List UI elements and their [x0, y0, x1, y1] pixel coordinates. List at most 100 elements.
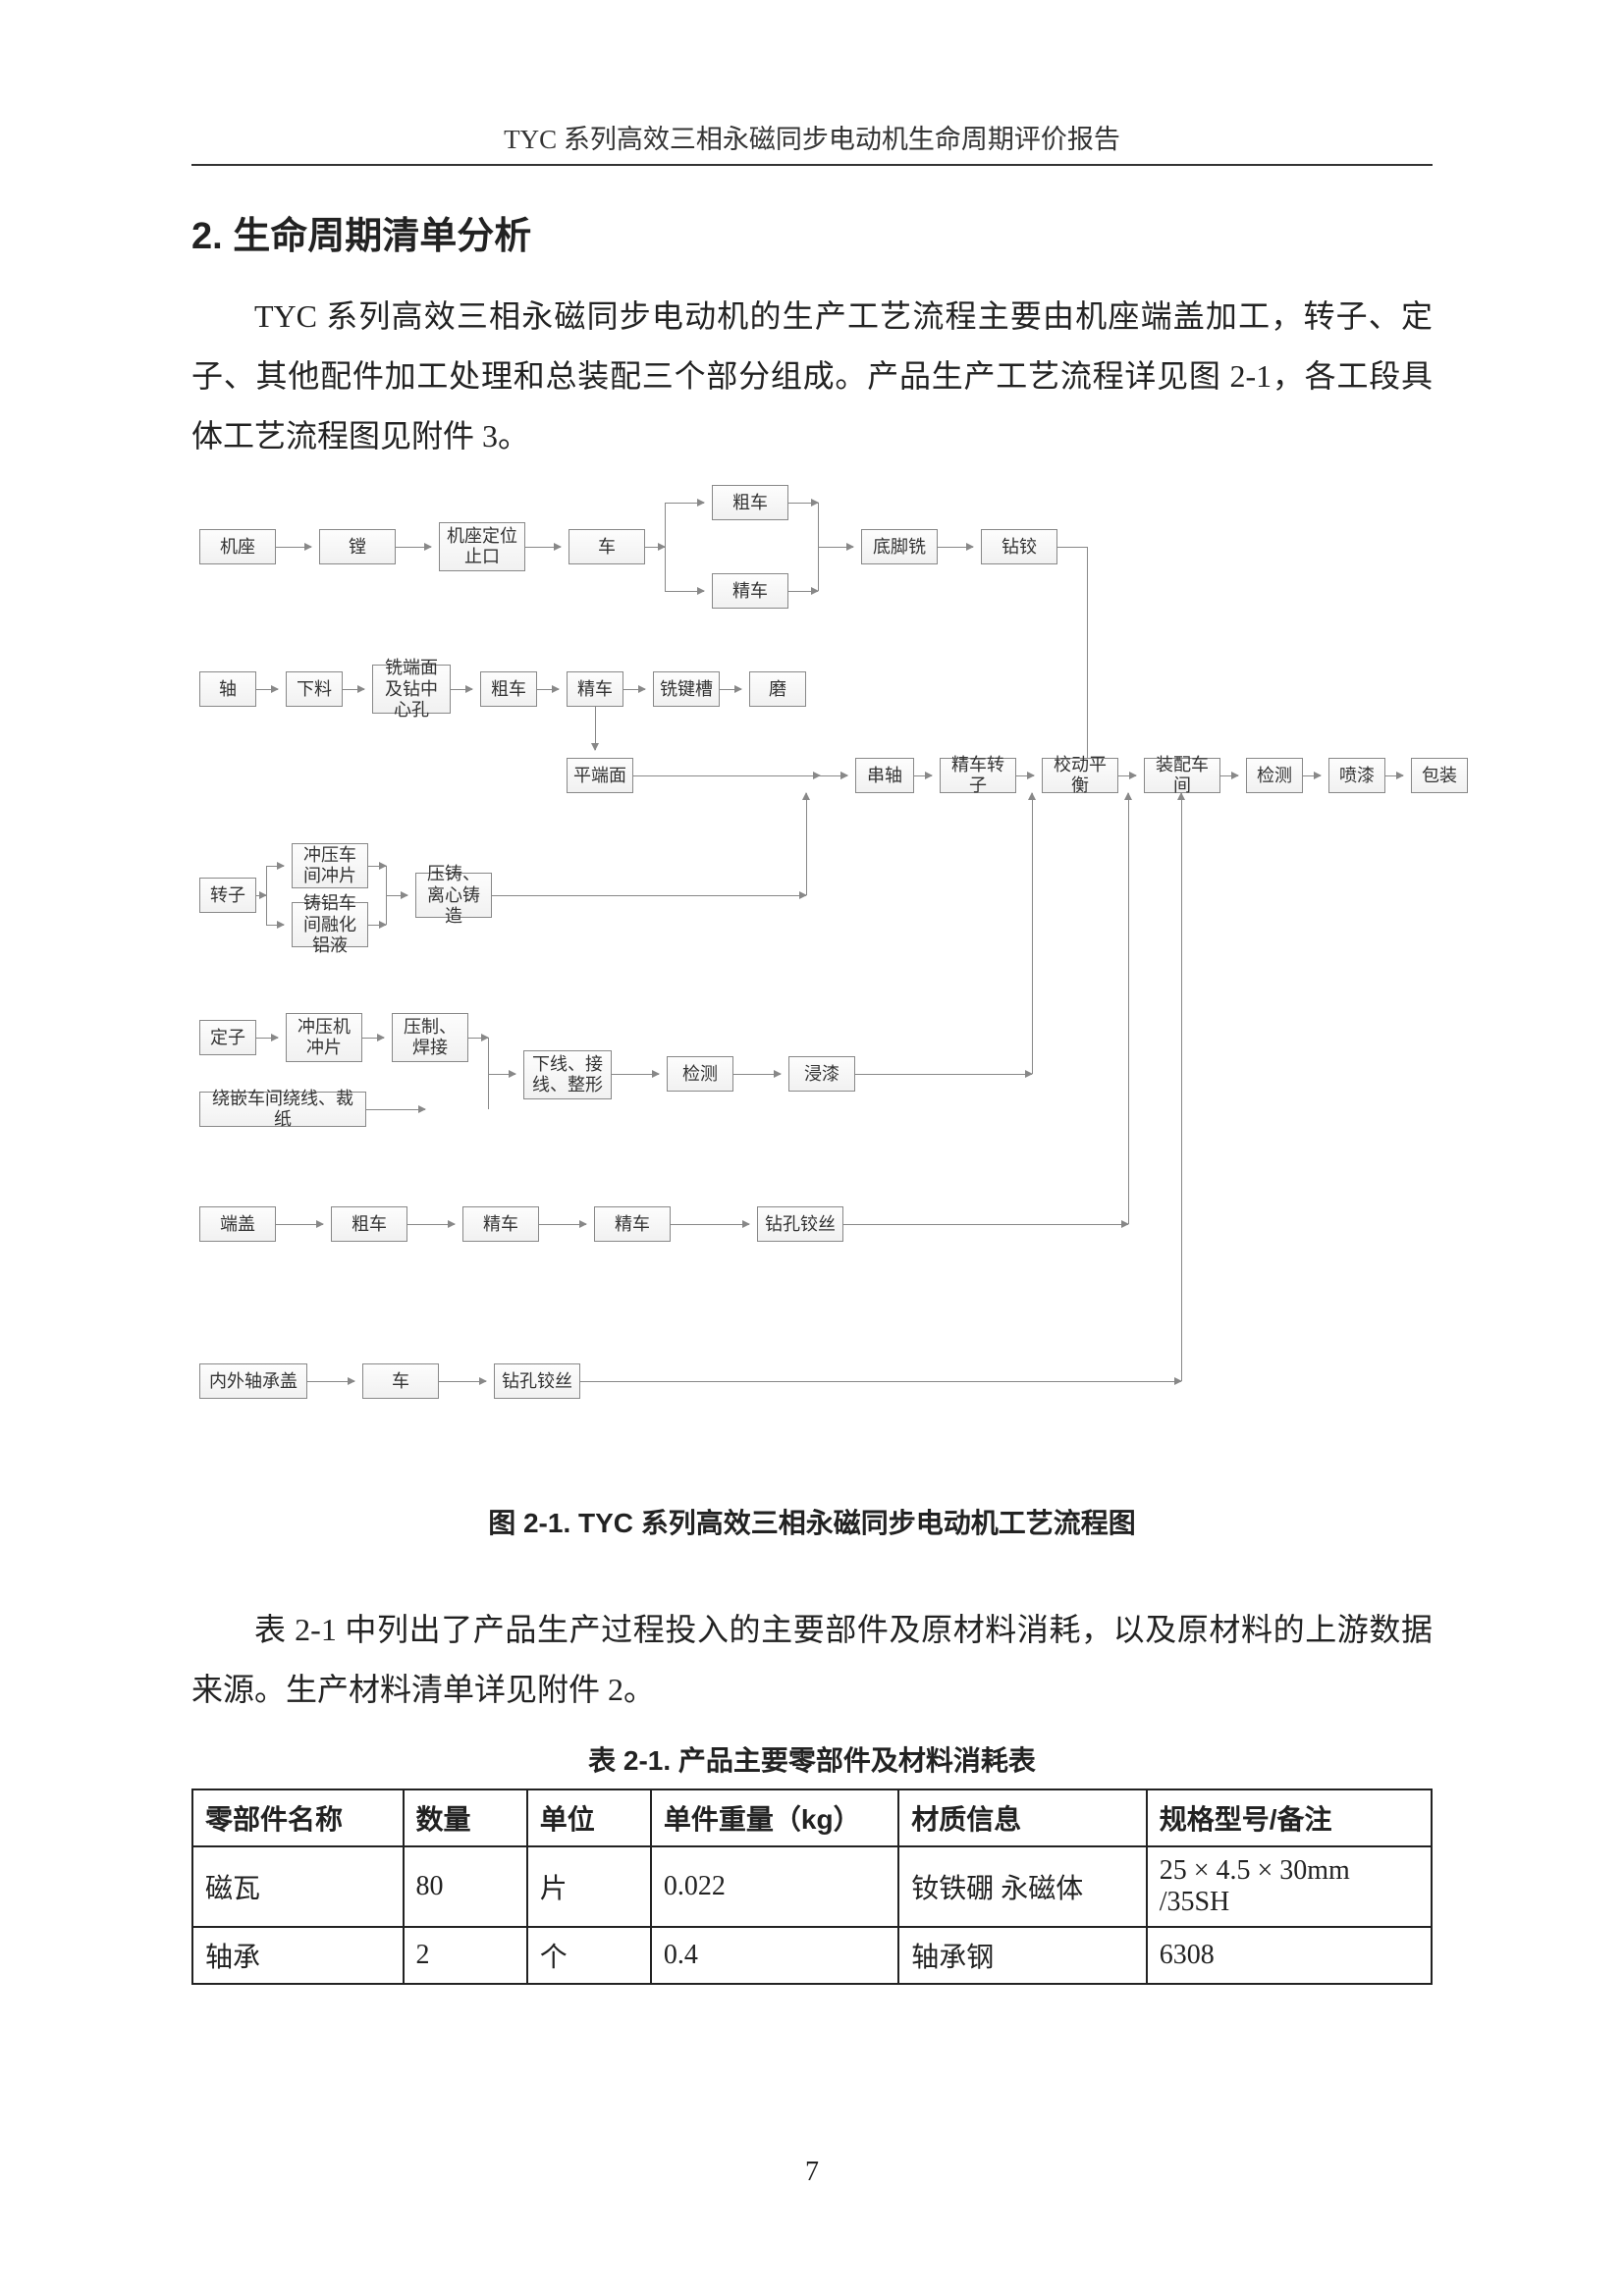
arrow [1303, 775, 1321, 776]
node-zuankongjiaosi: 钻孔铰丝 [757, 1206, 843, 1242]
paragraph-2: 表 2-1 中列出了产品生产过程投入的主要部件及原材料消耗，以及原材料的上游数据… [191, 1600, 1433, 1720]
arrow [539, 1224, 586, 1225]
cell: 磁瓦 [192, 1846, 404, 1927]
materials-table: 零部件名称 数量 单位 单件重量（kg） 材质信息 规格型号/备注 磁瓦 80 … [191, 1789, 1433, 1985]
arrow-split [645, 547, 665, 548]
arrow [525, 547, 561, 548]
node-xiduanmian: 铣端面及钻中心孔 [372, 665, 451, 714]
node-tang: 镗 [319, 529, 396, 564]
arrow-up [1181, 793, 1182, 1381]
paragraph-1: TYC 系列高效三相永磁同步电动机的生产工艺流程主要由机座端盖加工，转子、定子、… [191, 287, 1433, 465]
arrow [276, 547, 311, 548]
node-chongyajichongpian: 冲压机冲片 [286, 1013, 362, 1062]
line [266, 866, 267, 925]
figure-caption: 图 2-1. TYC 系列高效三相永磁同步电动机工艺流程图 [191, 1502, 1433, 1541]
arrow [256, 1038, 278, 1039]
node-jingche3: 精车 [462, 1206, 539, 1242]
cell: 个 [527, 1927, 651, 1984]
cell: 轴承 [192, 1927, 404, 1984]
arrow [623, 689, 645, 690]
arrow [537, 689, 559, 690]
table-row: 轴承 2 个 0.4 轴承钢 6308 [192, 1927, 1432, 1984]
flowchart-container: 机座 镗 机座定位止口 车 粗车 精车 底脚铣 钻铰 轴 下料 铣端面及钻中心孔… [191, 485, 1429, 1467]
cell: 0.4 [651, 1927, 898, 1984]
arrow [671, 1224, 749, 1225]
line [580, 1381, 1181, 1382]
line [843, 1224, 1128, 1225]
table-header-row: 零部件名称 数量 单位 单件重量（kg） 材质信息 规格型号/备注 [192, 1789, 1432, 1846]
th-spec: 规格型号/备注 [1147, 1789, 1432, 1846]
node-mo: 磨 [749, 671, 806, 707]
node-dingzi: 定子 [199, 1020, 256, 1055]
line [368, 866, 386, 867]
arrow [733, 1074, 781, 1075]
node-xijiancao: 铣键槽 [653, 671, 720, 707]
line [1057, 547, 1087, 548]
node-chongyachongpian: 冲压车间冲片 [292, 843, 368, 888]
arrow [266, 925, 284, 926]
arrow [1220, 775, 1238, 776]
node-jingchezhuanzi: 精车转子 [940, 758, 1016, 793]
cell: 轴承钢 [898, 1927, 1146, 1984]
arrow [276, 1224, 323, 1225]
th-weight: 单件重量（kg） [651, 1789, 898, 1846]
arrow-down [595, 707, 596, 750]
node-duangai: 端盖 [199, 1206, 276, 1242]
line [665, 503, 666, 591]
line [492, 895, 806, 896]
node-jingche2: 精车 [567, 671, 623, 707]
node-xiaxian: 下线、接线、整形 [523, 1050, 612, 1099]
cell: 80 [404, 1846, 527, 1927]
arrow-down [1087, 547, 1088, 770]
cell: 片 [527, 1846, 651, 1927]
line [368, 925, 386, 926]
cell: 钕铁硼 永磁体 [898, 1846, 1146, 1927]
cell: 2 [404, 1927, 527, 1984]
arrow [612, 1074, 659, 1075]
arrow-up [806, 793, 807, 895]
arrow [362, 1038, 384, 1039]
cell: 6308 [1147, 1927, 1432, 1984]
node-zhuanzi: 转子 [199, 878, 256, 913]
table-caption: 表 2-1. 产品主要零部件及材料消耗表 [191, 1739, 1433, 1779]
node-raoqian: 绕嵌车间绕线、裁纸 [199, 1092, 366, 1127]
node-neiwaizhouchenggai: 内外轴承盖 [199, 1363, 307, 1399]
th-qty: 数量 [404, 1789, 527, 1846]
arrow [256, 689, 278, 690]
arrow-up [1128, 793, 1129, 1224]
node-yazhu: 压铸、离心铸造 [415, 873, 492, 918]
node-zhuangpeichejian: 装配车间 [1144, 758, 1220, 793]
th-material: 材质信息 [898, 1789, 1146, 1846]
node-jizuo: 机座 [199, 529, 276, 564]
section-heading: 2. 生命周期清单分析 [191, 205, 1433, 259]
node-penqi: 喷漆 [1328, 758, 1385, 793]
arrow [439, 1381, 486, 1382]
arrow [1385, 775, 1403, 776]
node-cuche2: 粗车 [480, 671, 537, 707]
page-header: TYC 系列高效三相永磁同步电动机生命周期评价报告 [191, 118, 1433, 166]
arrow [1016, 775, 1034, 776]
node-zuanjiao: 钻铰 [981, 529, 1057, 564]
line [788, 503, 818, 504]
node-jingche: 精车 [712, 573, 788, 609]
arrow [914, 775, 932, 776]
node-jinqi: 浸漆 [788, 1056, 855, 1092]
node-jiance2: 检测 [667, 1056, 733, 1092]
cell: 0.022 [651, 1846, 898, 1927]
node-chuanzhou: 串轴 [855, 758, 914, 793]
node-zhulvchejian: 铸铝车间融化铝液 [292, 902, 368, 947]
arrow [1118, 775, 1136, 776]
line [256, 895, 266, 896]
line [468, 1038, 488, 1039]
arrow [407, 1224, 455, 1225]
node-zuankongjiaosi2: 钻孔铰丝 [494, 1363, 580, 1399]
node-che2: 车 [362, 1363, 439, 1399]
node-xialiao: 下料 [286, 671, 343, 707]
node-dijiaoxi: 底脚铣 [861, 529, 938, 564]
arrow [488, 1074, 515, 1075]
arrow [386, 895, 407, 896]
node-dingweizhikou: 机座定位止口 [439, 522, 525, 571]
node-zhou: 轴 [199, 671, 256, 707]
node-jiance: 检测 [1246, 758, 1303, 793]
node-yazhi: 压制、焊接 [392, 1013, 468, 1062]
